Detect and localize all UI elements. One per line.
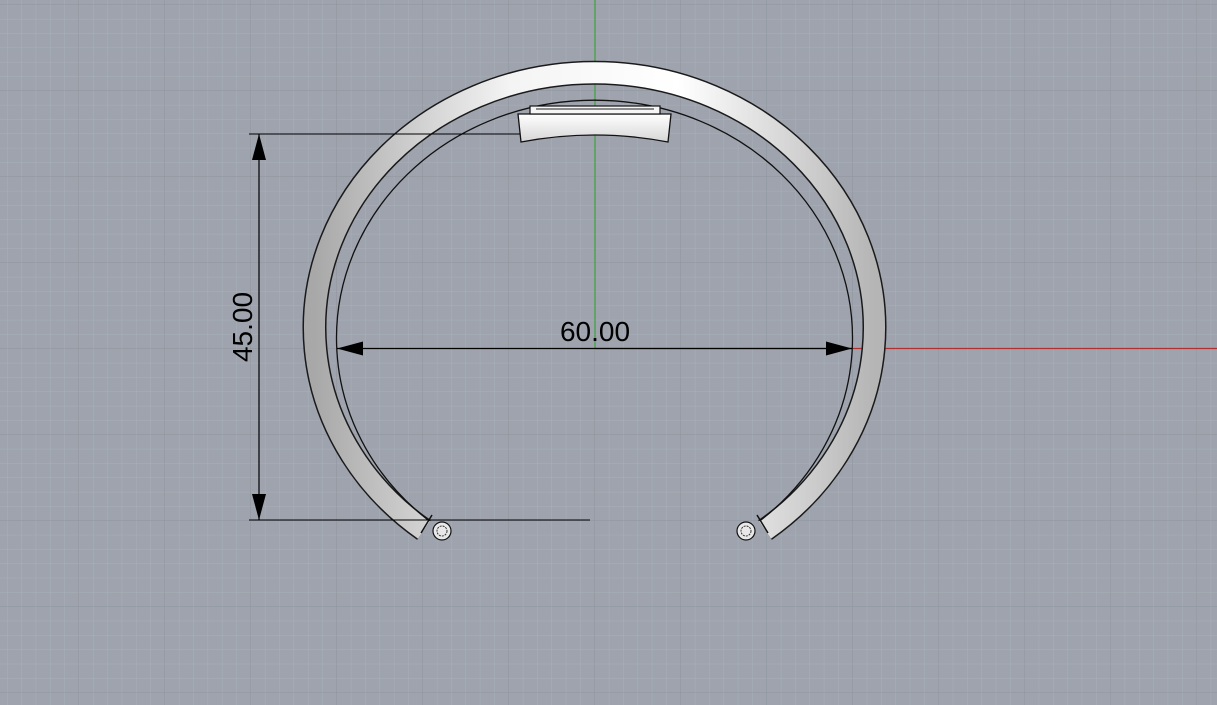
width-dimension-label: 60.00: [560, 316, 630, 347]
left-end-cap[interactable]: [432, 521, 452, 541]
viewport-canvas[interactable]: 45.00 60.00: [0, 0, 1217, 705]
top-setting[interactable]: [529, 105, 661, 115]
right-end-cap[interactable]: [736, 521, 756, 541]
height-dimension-label: 45.00: [227, 292, 258, 362]
cad-viewport[interactable]: 45.00 60.00: [0, 0, 1217, 705]
